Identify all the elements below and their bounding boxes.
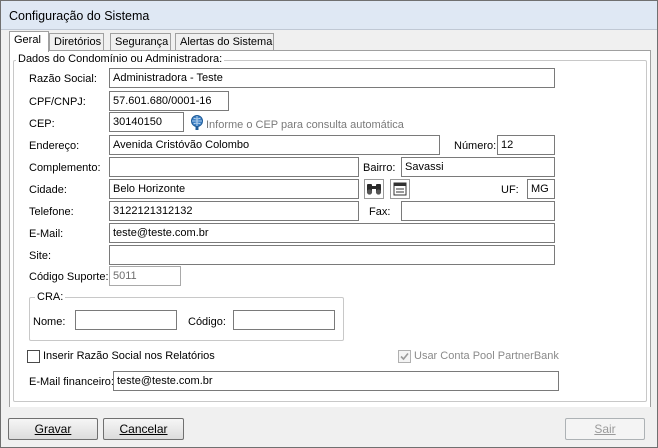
search-city-button[interactable] bbox=[364, 179, 384, 199]
cidade-input[interactable]: Belo Horizonte bbox=[109, 179, 359, 199]
codigo-suporte-input[interactable]: 5011 bbox=[109, 266, 181, 286]
uf-label: UF: bbox=[501, 184, 519, 196]
cra-codigo-input[interactable] bbox=[233, 310, 335, 330]
email-label: E-Mail: bbox=[29, 228, 64, 240]
site-input[interactable] bbox=[109, 245, 555, 265]
fax-input[interactable] bbox=[401, 201, 555, 221]
email-financeiro-input[interactable]: teste@teste.com.br bbox=[113, 371, 559, 391]
cpf-cnpj-label: CPF/CNPJ: bbox=[29, 96, 86, 108]
conta-pool-checkbox[interactable] bbox=[398, 350, 411, 363]
group-dados-label: Dados do Condomínio ou Administradora: bbox=[16, 53, 225, 65]
complemento-label: Complemento: bbox=[29, 162, 101, 174]
cep-hint: Informe o CEP para consulta automática bbox=[206, 119, 404, 131]
sair-button[interactable]: Sair bbox=[565, 418, 645, 440]
list-icon bbox=[393, 182, 407, 196]
email-financeiro-label: E-Mail financeiro: bbox=[29, 376, 114, 388]
razao-social-label: Razão Social: bbox=[29, 73, 97, 85]
inserir-razao-checkbox[interactable] bbox=[27, 350, 40, 363]
tab-diretorios[interactable]: Diretórios bbox=[49, 33, 104, 50]
tab-panel-geral: Dados do Condomínio ou Administradora: R… bbox=[9, 50, 651, 409]
cep-label: CEP: bbox=[29, 118, 55, 130]
cpf-cnpj-input[interactable]: 57.601.680/0001-16 bbox=[109, 91, 229, 111]
title-bar: Configuração do Sistema bbox=[1, 1, 657, 30]
site-label: Site: bbox=[29, 250, 52, 262]
bairro-input[interactable]: Savassi bbox=[401, 157, 555, 177]
cancelar-button[interactable]: Cancelar bbox=[103, 418, 184, 440]
config-window: Configuração do Sistema Geral Diretórios… bbox=[0, 0, 658, 448]
sair-button-label: Sair bbox=[594, 422, 616, 436]
codigo-suporte-label: Código Suporte: bbox=[29, 271, 109, 283]
window-title: Configuração do Sistema bbox=[9, 9, 150, 23]
inserir-razao-label: Inserir Razão Social nos Relatórios bbox=[43, 350, 215, 362]
numero-input[interactable]: 12 bbox=[497, 135, 555, 155]
complemento-input[interactable] bbox=[109, 157, 359, 177]
cra-nome-label: Nome: bbox=[33, 316, 66, 328]
cep-input[interactable]: 30140150 bbox=[109, 112, 184, 132]
conta-pool-label: Usar Conta Pool PartnerBank bbox=[414, 350, 559, 362]
fax-label: Fax: bbox=[369, 206, 391, 218]
endereco-label: Endereço: bbox=[29, 140, 80, 152]
binoculars-icon bbox=[366, 184, 382, 195]
cidade-label: Cidade: bbox=[29, 184, 67, 196]
gravar-button-label: Gravar bbox=[34, 422, 72, 436]
footer-bar: Gravar Cancelar Sair bbox=[1, 407, 657, 447]
city-list-button[interactable] bbox=[390, 179, 410, 199]
razao-social-input[interactable]: Administradora - Teste bbox=[109, 68, 555, 88]
numero-label: Número: bbox=[454, 140, 497, 152]
cra-label: CRA: bbox=[35, 291, 66, 303]
tab-alertas[interactable]: Alertas do Sistema bbox=[175, 33, 274, 50]
uf-input[interactable]: MG bbox=[527, 179, 555, 199]
email-input[interactable]: teste@teste.com.br bbox=[109, 223, 555, 243]
checkmark-icon bbox=[400, 352, 409, 361]
tab-seguranca[interactable]: Segurança bbox=[110, 33, 171, 50]
gravar-button[interactable]: Gravar bbox=[8, 418, 98, 440]
telefone-label: Telefone: bbox=[29, 206, 74, 218]
bairro-label: Bairro: bbox=[363, 162, 396, 174]
cancelar-button-label: Cancelar bbox=[119, 422, 168, 436]
cra-nome-input[interactable] bbox=[75, 310, 177, 330]
telefone-input[interactable]: 3122121312132 bbox=[109, 201, 359, 221]
globe-info-icon[interactable] bbox=[190, 115, 204, 131]
cra-codigo-label: Código: bbox=[188, 316, 226, 328]
endereco-input[interactable]: Avenida Cristóvão Colombo bbox=[109, 135, 440, 155]
tab-geral[interactable]: Geral bbox=[9, 31, 49, 52]
